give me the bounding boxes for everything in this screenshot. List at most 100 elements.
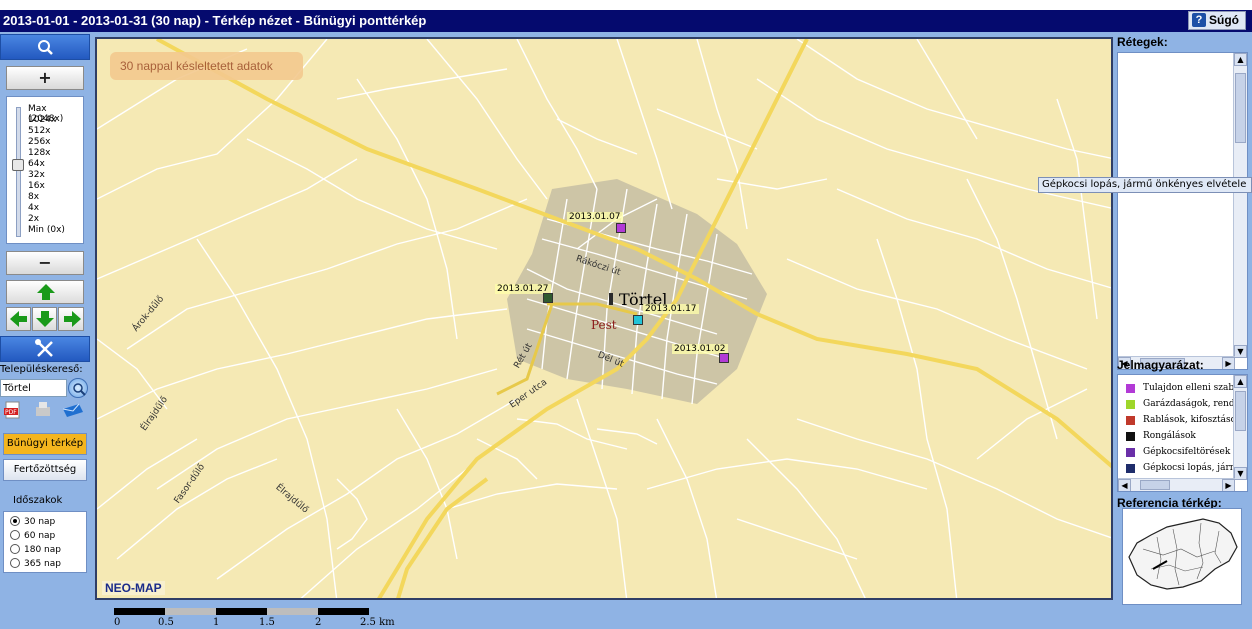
zoom-level-label[interactable]: 16x: [28, 181, 45, 191]
incident-marker-icon[interactable]: [719, 353, 729, 363]
town-pin-icon: [609, 293, 613, 305]
incident-marker-icon[interactable]: [633, 315, 643, 325]
scale-segment: [216, 608, 267, 615]
legend-label: Rablások, kifosztások: [1143, 415, 1242, 425]
pdf-export-button[interactable]: PDF: [2, 400, 24, 420]
legend-marker-icon: [1126, 400, 1135, 409]
left-toolbar: + Max (2048x) 1024x 512x 256x 128x 64x 32x 16x 8…: [0, 32, 92, 629]
scroll-up-icon[interactable]: ▲: [1234, 53, 1247, 66]
settlement-search-input[interactable]: [0, 379, 67, 397]
radio-icon: [10, 558, 20, 568]
envelope-icon: [62, 403, 83, 417]
zoom-slider-track[interactable]: [16, 107, 21, 237]
pan-left-button[interactable]: [6, 307, 31, 331]
settlement-search-button[interactable]: [68, 378, 88, 398]
period-label: 365 nap: [24, 559, 61, 569]
incident-date-label: 2013.01.17: [643, 304, 699, 314]
scroll-right-icon[interactable]: ▶: [1222, 357, 1235, 369]
radio-icon: [10, 544, 20, 554]
layers-title: Rétegek:: [1117, 35, 1168, 49]
page-title: 2013-01-01 - 2013-01-31 (30 nap) - Térké…: [3, 13, 427, 28]
legend-scroll-thumb[interactable]: [1235, 391, 1246, 431]
settlement-search-label: Településkereső:: [0, 364, 83, 375]
period-option-60[interactable]: 60 nap: [10, 530, 55, 541]
infection-mode-button[interactable]: Fertőzöttség: [3, 459, 87, 481]
legend-marker-icon: [1126, 464, 1135, 473]
wrench-screwdriver-icon: [35, 339, 53, 357]
reference-map[interactable]: [1122, 508, 1242, 605]
scale-label: 2: [315, 617, 322, 628]
zoom-slider-panel: Max (2048x) 1024x 512x 256x 128x 64x 32x 16x 8x 4…: [6, 96, 84, 244]
plus-icon: +: [38, 68, 52, 87]
help-button[interactable]: ? Súgó: [1188, 11, 1246, 30]
legend-vertical-scrollbar[interactable]: ▲ ▼: [1233, 375, 1247, 480]
scale-segment: [318, 608, 369, 615]
window-top-strip: [0, 0, 1252, 10]
zoom-level-label[interactable]: 256x: [28, 137, 51, 147]
infection-mode-label: Fertőzöttség: [13, 464, 77, 475]
legend-label: Gépkocsifeltörések: [1143, 447, 1231, 457]
incident-date-label: 2013.01.07: [567, 212, 623, 222]
pan-down-button[interactable]: [32, 307, 57, 331]
zoom-level-label[interactable]: 2x: [28, 214, 39, 224]
minus-icon: −: [38, 253, 52, 272]
zoom-level-label[interactable]: 128x: [28, 148, 51, 158]
zoom-level-label[interactable]: 32x: [28, 170, 45, 180]
scale-label: 0.5: [158, 617, 174, 628]
tools-button[interactable]: [0, 336, 90, 362]
scale-label: 1: [213, 617, 220, 628]
scale-label: 0: [114, 617, 121, 628]
legend-marker-icon: [1126, 432, 1135, 441]
arrow-right-icon: [64, 311, 81, 327]
period-label: 30 nap: [24, 517, 56, 527]
layer-tooltip: Gépkocsi lopás, jármű önkényes elvétele: [1038, 177, 1252, 193]
hungary-outline-map: [1128, 518, 1238, 590]
zoom-level-label[interactable]: 4x: [28, 203, 39, 213]
legend-marker-icon: [1126, 416, 1135, 425]
period-option-180[interactable]: 180 nap: [10, 544, 61, 555]
scroll-down-icon[interactable]: ▼: [1234, 345, 1247, 358]
legend-hscroll-thumb[interactable]: [1140, 480, 1170, 490]
scroll-left-icon[interactable]: ◀: [1118, 479, 1131, 491]
scroll-up-icon[interactable]: ▲: [1234, 375, 1247, 388]
scroll-down-icon[interactable]: ▼: [1234, 467, 1247, 480]
map-view[interactable]: 30 nappal késleltetett adatok NEO-MAP Tö…: [95, 37, 1113, 600]
period-label: 180 nap: [24, 545, 61, 555]
legend-horizontal-scrollbar[interactable]: ◀ ▶: [1118, 478, 1235, 491]
pan-right-button[interactable]: [58, 307, 84, 331]
crime-map-mode-button[interactable]: Bűnügyi térkép: [3, 433, 87, 455]
scroll-right-icon[interactable]: ▶: [1222, 479, 1235, 491]
print-button[interactable]: [32, 400, 54, 420]
incident-marker-icon[interactable]: [543, 293, 553, 303]
periods-radio-group: 30 nap 60 nap 180 nap 365 nap: [3, 511, 87, 573]
zoom-level-label[interactable]: 64x: [28, 159, 45, 169]
period-label: 60 nap: [24, 531, 56, 541]
zoom-level-label[interactable]: 8x: [28, 192, 39, 202]
incident-marker-icon[interactable]: [616, 223, 626, 233]
legend-label: Rongálások: [1143, 431, 1196, 441]
layers-scroll-thumb[interactable]: [1235, 73, 1246, 143]
legend-marker-icon: [1126, 448, 1135, 457]
period-option-365[interactable]: 365 nap: [10, 558, 61, 569]
scale-bar: 0 0.5 1 1.5 2 2.5 km: [114, 606, 414, 629]
legend-title: Jelmagyarázat:: [1117, 358, 1204, 372]
zoom-slider-handle[interactable]: [12, 159, 24, 171]
page-header: 2013-01-01 - 2013-01-31 (30 nap) - Térké…: [0, 10, 1252, 32]
pan-up-button[interactable]: [6, 280, 84, 304]
arrow-up-icon: [37, 284, 55, 300]
zoom-level-label[interactable]: 1024x: [28, 115, 56, 125]
email-button[interactable]: [61, 400, 83, 420]
arrow-left-icon: [10, 311, 27, 327]
printer-icon: [36, 402, 50, 416]
zoom-out-button[interactable]: −: [6, 251, 84, 275]
period-option-30[interactable]: 30 nap: [10, 516, 55, 527]
zoom-tool-button[interactable]: [0, 34, 90, 60]
zoom-level-label[interactable]: Min (0x): [28, 225, 65, 235]
periods-panel: Időszakok 30 nap 60 nap 180 nap 365 nap: [3, 495, 87, 575]
zoom-level-label[interactable]: 512x: [28, 126, 51, 136]
arrow-down-icon: [36, 311, 54, 327]
layers-vertical-scrollbar[interactable]: ▲ ▼: [1233, 53, 1247, 358]
scale-segment: [267, 608, 318, 615]
zoom-in-button[interactable]: +: [6, 66, 84, 90]
scale-label: 2.5 km: [360, 617, 395, 628]
